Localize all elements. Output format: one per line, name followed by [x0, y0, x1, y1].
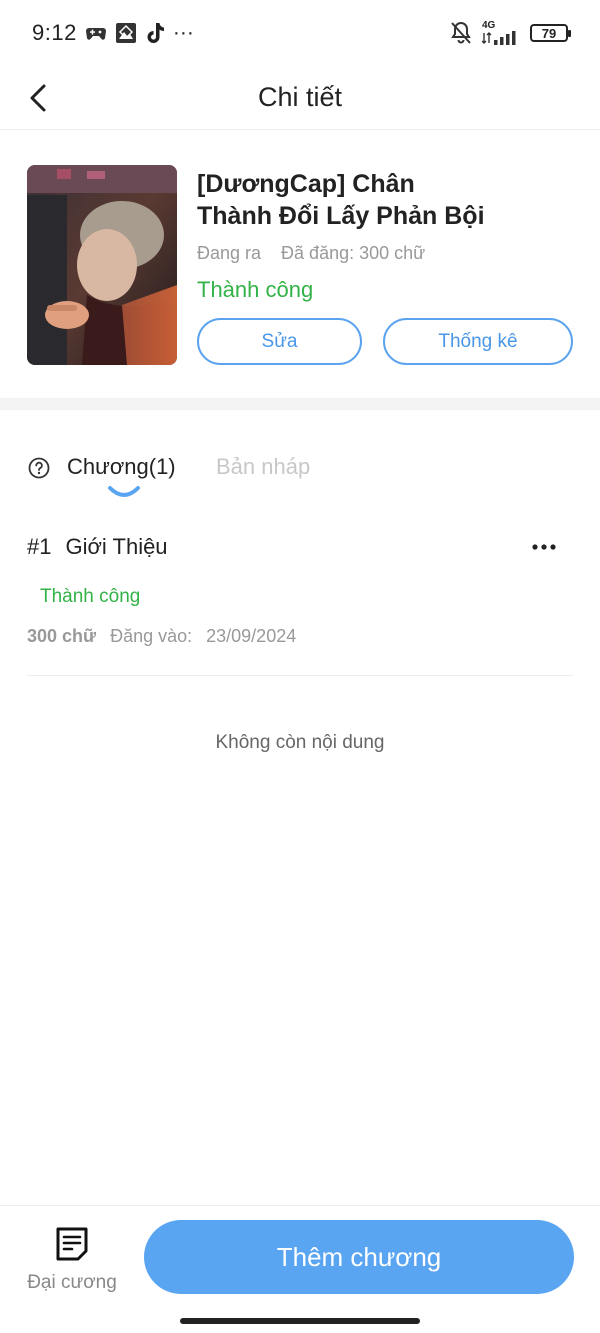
back-button[interactable] — [22, 78, 54, 118]
signal-icon: 4G — [482, 21, 520, 45]
section-divider — [0, 398, 600, 410]
home-indicator[interactable] — [180, 1318, 420, 1324]
end-of-list-text: Không còn nội dung — [215, 732, 385, 753]
bottom-action-bar: Đại cương Thêm chương — [0, 1205, 600, 1333]
chapter-meta: 300 chữ Đăng vào: 23/09/2024 — [27, 626, 296, 647]
network-type: 4G — [482, 20, 496, 31]
more-horizontal-icon — [532, 544, 556, 550]
edit-button[interactable]: Sửa — [197, 318, 362, 365]
chapter-list-item[interactable]: #1 Giới Thiệu Thành công 300 chữ Đăng và… — [27, 520, 573, 676]
book-status: Thành công — [197, 277, 314, 302]
page-title: Chi tiết — [257, 82, 343, 112]
chapter-tabs: Chương(1) Bản nháp — [27, 440, 573, 500]
chapter-number: #1 — [27, 534, 52, 559]
status-bar-left: 9:12 ··· — [32, 20, 194, 46]
chapter-posted-date: 23/09/2024 — [206, 626, 297, 646]
game-controller-icon — [85, 24, 107, 42]
outline-label: Đại cương — [27, 1272, 117, 1293]
add-chapter-button[interactable]: Thêm chương — [144, 1220, 574, 1294]
chapter-status: Thành công — [40, 586, 141, 607]
status-time: 9:12 — [32, 20, 77, 45]
tiktok-icon — [145, 22, 165, 44]
book-meta: Đang ra Đã đăng: 300 chữ — [197, 243, 425, 264]
battery-icon: 79 — [530, 24, 571, 42]
statistics-button[interactable]: Thống kê — [383, 318, 573, 365]
chapter-title: #1 Giới Thiệu — [27, 534, 168, 560]
word-count: Đã đăng: 300 chữ — [281, 243, 426, 263]
chapter-posted-label: Đăng vào: — [110, 626, 193, 646]
chevron-left-icon — [30, 84, 46, 112]
chapter-more-button[interactable] — [527, 534, 561, 560]
book-title-line1: [DươngCap] Chân — [197, 170, 415, 198]
status-bar: 9:12 ··· 4G 79 — [0, 0, 600, 66]
chapter-word-count: 300 chữ — [27, 626, 97, 646]
tab-chapters[interactable]: Chương(1) — [67, 454, 176, 480]
book-cover-image[interactable] — [27, 165, 177, 365]
outline-document-icon — [56, 1227, 88, 1261]
publish-state: Đang ra — [197, 243, 262, 263]
book-title: [DươngCap] Chân Thành Đổi Lấy Phản Bội — [197, 168, 577, 232]
more-notifications-icon: ··· — [172, 21, 194, 44]
bell-muted-icon — [450, 21, 472, 45]
chapter-name: Giới Thiệu — [65, 534, 168, 559]
book-info-card: [DươngCap] Chân Thành Đổi Lấy Phản Bội Đ… — [0, 130, 600, 398]
status-bar-right: 4G 79 — [450, 21, 571, 45]
app-header: Chi tiết — [0, 66, 600, 130]
tab-active-indicator — [108, 486, 140, 497]
book-title-line2: Thành Đổi Lấy Phản Bội — [197, 202, 485, 230]
gallery-icon — [115, 22, 137, 44]
help-icon[interactable] — [28, 457, 50, 479]
tab-drafts[interactable]: Bản nháp — [216, 454, 310, 480]
outline-button[interactable]: Đại cương — [20, 1224, 124, 1298]
